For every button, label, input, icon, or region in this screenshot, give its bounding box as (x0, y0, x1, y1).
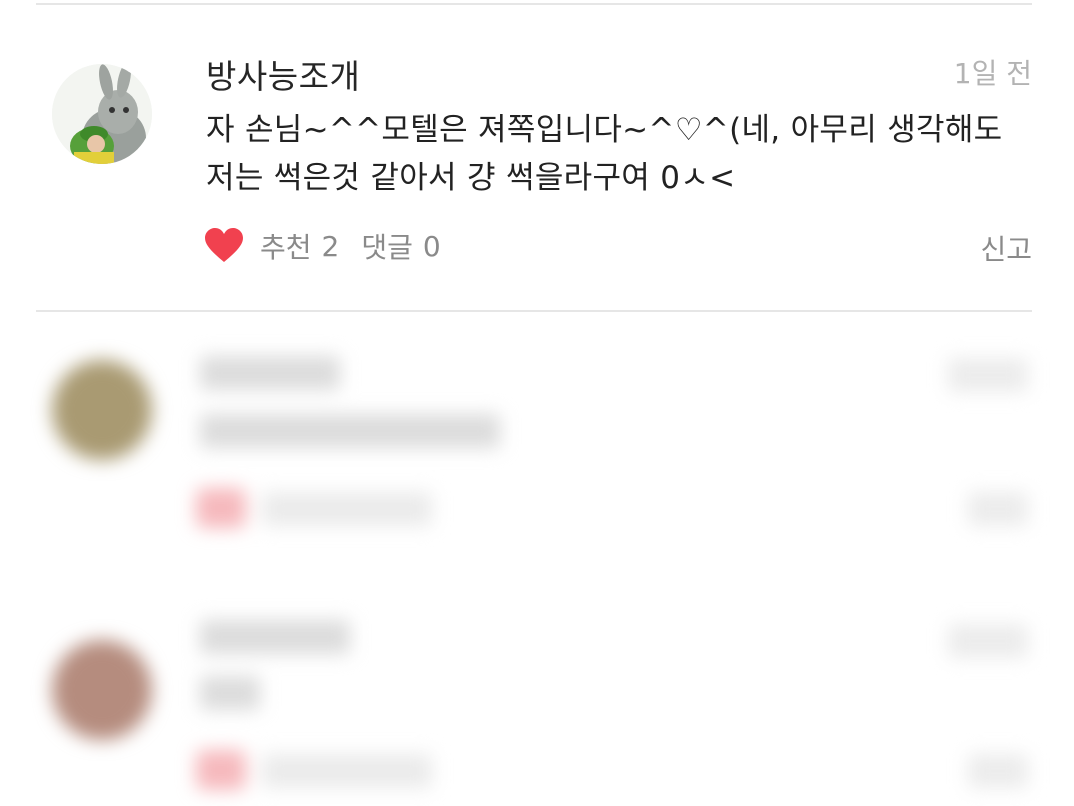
blurred-heart (196, 488, 246, 528)
blurred-comment (0, 330, 1074, 580)
blurred-avatar (52, 360, 152, 460)
blurred-author (200, 620, 350, 654)
comment-actions: 추천 2 댓글 0 (204, 226, 441, 266)
comment-text-line: 자 손님~^^모텔은 져쪽입니다~^♡^(네, 아무리 생각해도 (206, 112, 1003, 148)
top-divider (36, 3, 1032, 5)
comment-text-line: 저는 썩은것 같아서 걍 썩을라구여 0ㅅ< (206, 160, 736, 196)
comment-divider (36, 310, 1032, 312)
comment-timestamp: 1일 전 (953, 57, 1032, 90)
blurred-text (200, 414, 500, 448)
blurred-text (200, 676, 260, 710)
blurred-heart (196, 750, 246, 790)
blurred-actions (262, 492, 432, 526)
blurred-time (948, 358, 1028, 392)
like-label[interactable]: 추천 (260, 226, 312, 266)
blurred-report (968, 754, 1028, 788)
report-button[interactable]: 신고 (980, 228, 1032, 268)
heart-icon[interactable] (204, 228, 244, 264)
comment-item: 방사능조개 1일 전 자 손님~^^모텔은 져쪽입니다~^♡^(네, 아무리 생… (0, 40, 1074, 280)
author-name[interactable]: 방사능조개 (206, 50, 360, 98)
like-count: 2 (321, 229, 340, 263)
blurred-time (948, 624, 1028, 658)
reply-label[interactable]: 댓글 (361, 226, 413, 266)
blurred-report (968, 492, 1028, 526)
blurred-avatar (52, 640, 152, 740)
comment-text: 자 손님~^^모텔은 져쪽입니다~^♡^(네, 아무리 생각해도 저는 썩은것 … (206, 106, 1034, 202)
blurred-comment (0, 600, 1074, 806)
blurred-actions (262, 754, 432, 788)
reply-count: 0 (422, 229, 441, 263)
author-avatar[interactable] (52, 64, 152, 164)
blurred-author (200, 356, 340, 390)
bunny-costume-avatar-icon (52, 64, 152, 164)
